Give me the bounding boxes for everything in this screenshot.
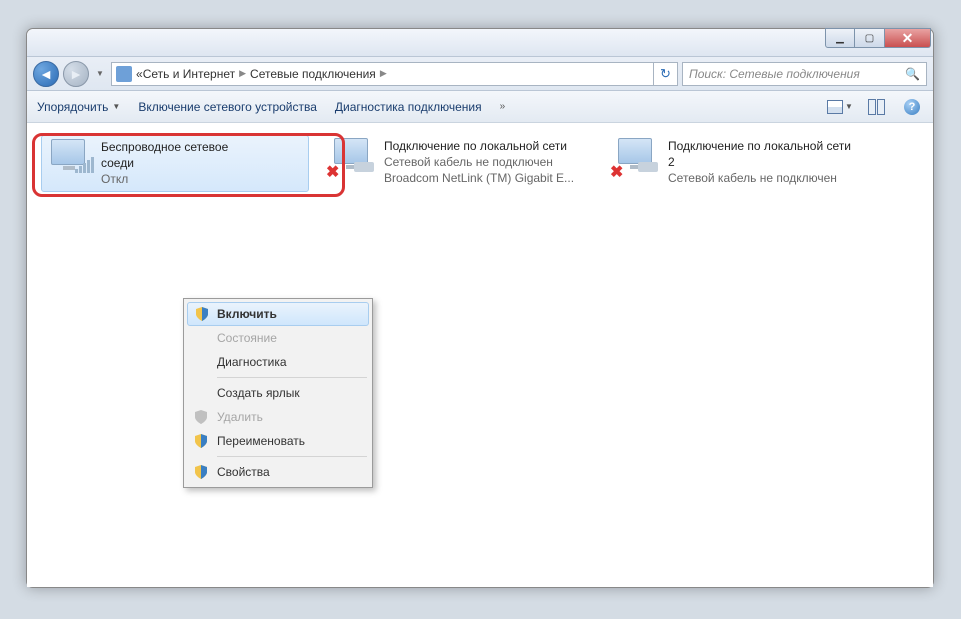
item-line2: соеди <box>101 155 228 171</box>
nav-bar: ◄ ► ▼ « Сеть и Интернет ▶ Сетевые подклю… <box>27 57 933 91</box>
breadcrumb-sep-icon: ▶ <box>380 68 387 79</box>
command-bar: Упорядочить ▼ Включение сетевого устройс… <box>27 91 933 123</box>
network-item-wireless[interactable]: Беспроводное сетевое соеди Откл <box>41 135 309 192</box>
shield-icon <box>194 306 210 322</box>
search-icon: 🔍 <box>905 67 920 81</box>
cm-props-label: Свойства <box>217 465 270 479</box>
item-line2: 2 <box>668 154 851 170</box>
diagnose-connection-button[interactable]: Диагностика подключения <box>335 100 482 114</box>
context-menu-status: Состояние <box>187 326 369 350</box>
cm-status-label: Состояние <box>217 331 277 345</box>
breadcrumb-prefix: « <box>136 67 143 81</box>
menu-separator <box>217 456 367 457</box>
context-menu: Включить Состояние Диагностика Создать я… <box>183 298 373 488</box>
wireless-icon <box>47 139 93 177</box>
chevron-down-icon: ▼ <box>112 102 120 111</box>
cm-rename-label: Переименовать <box>217 434 305 448</box>
search-placeholder: Поиск: Сетевые подключения <box>689 67 860 81</box>
item-line3: Broadcom NetLink (TM) Gigabit E... <box>384 170 574 186</box>
minimize-button[interactable]: ▁ <box>825 28 855 48</box>
item-line2: Сетевой кабель не подключен <box>384 154 574 170</box>
context-menu-create-shortcut[interactable]: Создать ярлык <box>187 381 369 405</box>
view-options-button[interactable]: ▼ <box>829 97 851 117</box>
network-item-lan2[interactable]: ✖ Подключение по локальной сети 2 Сетево… <box>609 135 877 190</box>
menu-separator <box>217 377 367 378</box>
preview-pane-button[interactable] <box>865 97 887 117</box>
breadcrumb-level2[interactable]: Сетевые подключения <box>250 67 376 81</box>
item-line3: Сетевой кабель не подключен <box>668 170 851 186</box>
breadcrumb-level1[interactable]: Сеть и Интернет <box>143 67 235 81</box>
diagnose-label: Диагностика подключения <box>335 100 482 114</box>
context-menu-properties[interactable]: Свойства <box>187 460 369 484</box>
cm-delete-label: Удалить <box>217 410 263 424</box>
location-icon <box>116 66 132 82</box>
item-info: Подключение по локальной сети 2 Сетевой … <box>668 138 851 187</box>
ethernet-icon: ✖ <box>614 138 660 176</box>
toolbar-overflow-button[interactable]: » <box>500 101 506 112</box>
address-bar[interactable]: « Сеть и Интернет ▶ Сетевые подключения … <box>111 62 678 86</box>
cm-shortcut-label: Создать ярлык <box>217 386 300 400</box>
network-item-lan1[interactable]: ✖ Подключение по локальной сети Сетевой … <box>325 135 593 190</box>
enable-device-button[interactable]: Включение сетевого устройства <box>138 100 317 114</box>
cm-diag-label: Диагностика <box>217 355 287 369</box>
history-dropdown[interactable]: ▼ <box>93 63 107 85</box>
item-info: Беспроводное сетевое соеди Откл <box>101 139 228 188</box>
shield-icon <box>193 433 209 449</box>
back-button[interactable]: ◄ <box>33 61 59 87</box>
help-icon: ? <box>904 99 920 115</box>
content-area[interactable]: Беспроводное сетевое соеди Откл ✖ Подклю… <box>27 123 933 587</box>
explorer-window: ▁ ▢ ✕ ◄ ► ▼ « Сеть и Интернет ▶ Сетевые … <box>26 28 934 588</box>
context-menu-rename[interactable]: Переименовать <box>187 429 369 453</box>
organize-label: Упорядочить <box>37 100 108 114</box>
organize-button[interactable]: Упорядочить ▼ <box>37 100 120 114</box>
item-title: Подключение по локальной сети <box>384 138 574 154</box>
window-controls: ▁ ▢ ✕ <box>825 28 931 48</box>
item-title: Подключение по локальной сети <box>668 138 851 154</box>
refresh-button[interactable]: ↻ <box>653 62 677 86</box>
close-button[interactable]: ✕ <box>885 28 931 48</box>
toolbar-right: ▼ ? <box>829 97 923 117</box>
context-menu-enable[interactable]: Включить <box>187 302 369 326</box>
shield-icon <box>193 464 209 480</box>
ethernet-icon: ✖ <box>330 138 376 176</box>
forward-button[interactable]: ► <box>63 61 89 87</box>
shield-icon <box>193 409 209 425</box>
search-input[interactable]: Поиск: Сетевые подключения 🔍 <box>682 62 927 86</box>
title-bar[interactable]: ▁ ▢ ✕ <box>27 29 933 57</box>
item-line3: Откл <box>101 171 228 187</box>
context-menu-diagnostics[interactable]: Диагностика <box>187 350 369 374</box>
maximize-button[interactable]: ▢ <box>855 28 885 48</box>
disconnected-x-icon: ✖ <box>610 162 623 182</box>
cm-enable-label: Включить <box>217 307 277 321</box>
item-title: Беспроводное сетевое <box>101 139 228 155</box>
network-items-container: Беспроводное сетевое соеди Откл ✖ Подклю… <box>41 135 919 192</box>
context-menu-delete: Удалить <box>187 405 369 429</box>
item-info: Подключение по локальной сети Сетевой ка… <box>384 138 574 187</box>
breadcrumb-sep-icon: ▶ <box>239 68 246 79</box>
enable-device-label: Включение сетевого устройства <box>138 100 317 114</box>
help-button[interactable]: ? <box>901 97 923 117</box>
disconnected-x-icon: ✖ <box>326 162 339 182</box>
